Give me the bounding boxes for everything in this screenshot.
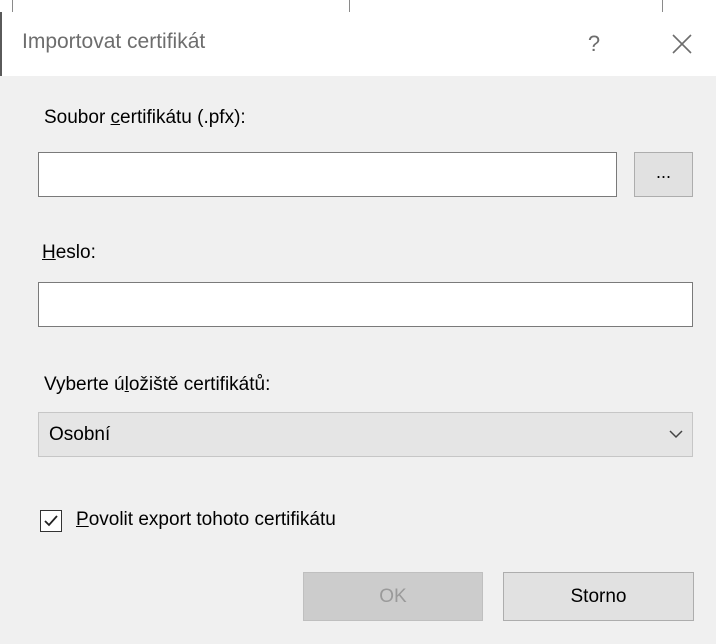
ok-button[interactable]: OK bbox=[303, 572, 483, 621]
cert-file-label-text: Soubor bbox=[44, 107, 111, 128]
password-label-rest: eslo: bbox=[55, 242, 96, 263]
export-checkbox-label[interactable]: Povolit export tohoto certifikátu bbox=[76, 509, 336, 531]
export-checkbox[interactable] bbox=[40, 510, 62, 532]
import-certificate-dialog: Importovat certifikát ? Soubor certifiká… bbox=[0, 0, 716, 644]
cert-file-label: Soubor certifikátu (.pfx): bbox=[44, 107, 246, 129]
store-select-value: Osobní bbox=[49, 424, 111, 445]
browse-button[interactable]: ... bbox=[634, 152, 693, 197]
help-button[interactable]: ? bbox=[572, 24, 616, 64]
store-label-text: Vyberte ú bbox=[44, 374, 125, 395]
close-button[interactable] bbox=[660, 24, 704, 64]
checkmark-icon bbox=[44, 515, 58, 527]
cert-file-label-accel: c bbox=[110, 107, 121, 128]
export-label-rest: ovolit export tohoto certifikátu bbox=[88, 509, 336, 530]
password-label-accel: H bbox=[42, 242, 56, 263]
cancel-button[interactable]: Storno bbox=[503, 572, 694, 621]
password-label: Heslo: bbox=[42, 242, 96, 264]
chevron-down-icon bbox=[668, 427, 684, 446]
background-divider bbox=[349, 0, 350, 12]
title-bar: Importovat certifikát ? bbox=[0, 12, 716, 76]
close-icon bbox=[672, 34, 692, 54]
dialog-title: Importovat certifikát bbox=[22, 30, 206, 53]
background-divider bbox=[12, 0, 13, 12]
password-input[interactable] bbox=[38, 282, 693, 327]
cert-file-input[interactable] bbox=[38, 152, 617, 197]
background-window-strip bbox=[0, 0, 716, 12]
store-label: Vyberte úložiště certifikátů: bbox=[44, 374, 270, 396]
export-label-accel: P bbox=[76, 509, 89, 530]
window-border bbox=[0, 12, 2, 76]
store-select[interactable]: Osobní bbox=[38, 412, 693, 457]
store-label-rest: ožiště certifikátů: bbox=[128, 374, 271, 395]
background-divider bbox=[662, 0, 663, 12]
cert-file-label-rest: ertifikátu (.pfx): bbox=[120, 107, 246, 128]
